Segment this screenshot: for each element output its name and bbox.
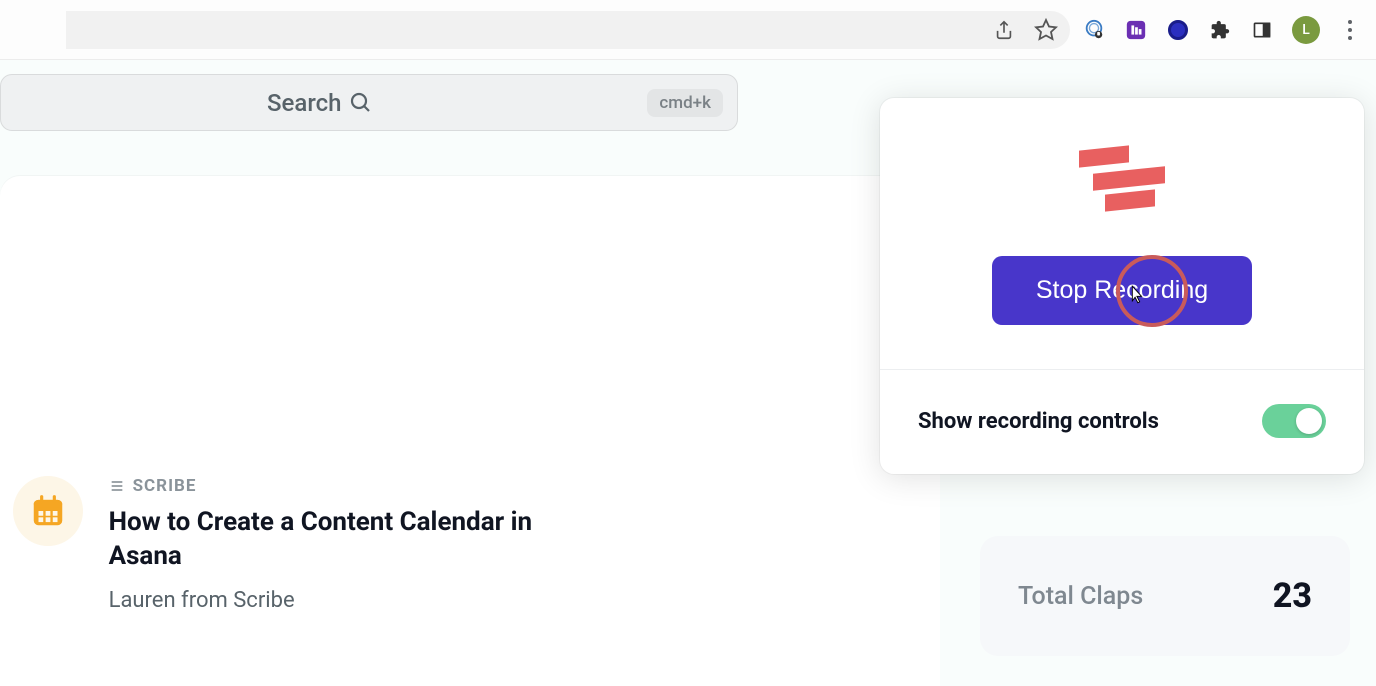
extension-row: L bbox=[1082, 16, 1362, 44]
search-input[interactable]: Search cmd+k bbox=[0, 74, 738, 131]
address-bar[interactable] bbox=[66, 11, 1070, 49]
panel-icon[interactable] bbox=[1250, 18, 1274, 42]
recording-controls-label: Show recording controls bbox=[918, 409, 1159, 434]
extension-icon-3[interactable] bbox=[1166, 18, 1190, 42]
stop-recording-button[interactable]: Stop Recording bbox=[992, 256, 1252, 325]
extensions-puzzle-icon[interactable] bbox=[1208, 18, 1232, 42]
browser-menu-icon[interactable] bbox=[1338, 18, 1362, 42]
list-icon bbox=[109, 478, 125, 494]
toggle-knob bbox=[1296, 408, 1322, 434]
calendar-icon bbox=[13, 476, 83, 546]
doc-author: Lauren from Scribe bbox=[109, 588, 573, 613]
doc-type: SCRIBE bbox=[109, 476, 573, 496]
extension-icon-1[interactable] bbox=[1082, 18, 1106, 42]
recording-controls-toggle[interactable] bbox=[1262, 404, 1326, 438]
stop-recording-label: Stop Recording bbox=[1036, 276, 1208, 304]
browser-header: L bbox=[0, 0, 1376, 60]
popup-top: Stop Recording bbox=[880, 98, 1364, 370]
profile-avatar[interactable]: L bbox=[1292, 16, 1320, 44]
document-list: plate task in SCRIBE How to Create a bbox=[0, 476, 573, 613]
search-area: Search cmd+k bbox=[0, 74, 738, 131]
page-body: Search cmd+k uren d with Me plate task i… bbox=[0, 60, 1376, 686]
list-item[interactable]: SCRIBE How to Create a Content Calendar … bbox=[13, 476, 573, 613]
bookmark-star-icon[interactable] bbox=[1032, 16, 1060, 44]
scribe-logo-icon bbox=[1079, 148, 1165, 210]
content-area: Search cmd+k uren d with Me plate task i… bbox=[0, 60, 940, 686]
doc-title: How to Create a Content Calendar in Asan… bbox=[109, 506, 573, 574]
share-icon[interactable] bbox=[990, 16, 1018, 44]
extension-popup: Stop Recording Show recording controls bbox=[880, 98, 1364, 474]
stat-label: Total Claps bbox=[1018, 582, 1143, 611]
search-shortcut: cmd+k bbox=[647, 89, 723, 117]
stat-value: 23 bbox=[1273, 576, 1312, 616]
doc-type-label: SCRIBE bbox=[133, 476, 197, 496]
main-card: uren d with Me plate task in bbox=[0, 176, 940, 686]
search-label: Search bbox=[267, 89, 341, 117]
stat-card: Total Claps 23 bbox=[980, 536, 1350, 656]
doc-meta: SCRIBE How to Create a Content Calendar … bbox=[109, 476, 573, 613]
search-icon bbox=[349, 91, 373, 115]
popup-bottom: Show recording controls bbox=[880, 370, 1364, 474]
extension-icon-2[interactable] bbox=[1124, 18, 1148, 42]
